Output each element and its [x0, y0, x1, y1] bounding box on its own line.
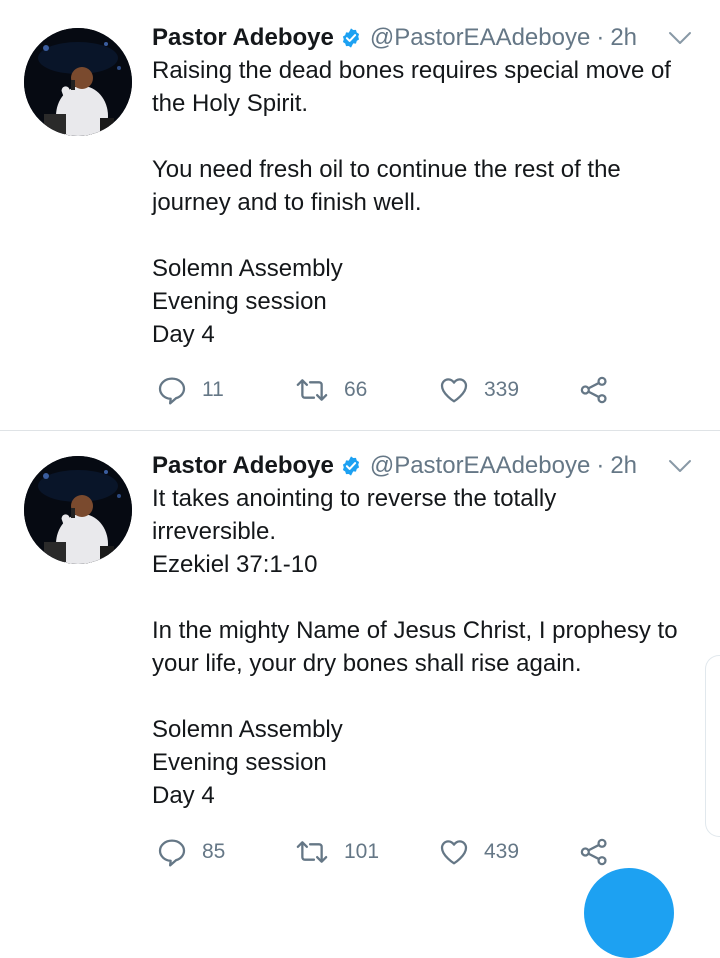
tweet-header: Pastor Adeboye @PastorEAAdeboye · 2h — [152, 448, 637, 484]
retweet-icon — [296, 379, 328, 401]
retweet-button[interactable]: 101 — [294, 834, 379, 870]
retweet-count: 66 — [344, 378, 368, 401]
tweet[interactable]: Pastor Adeboye @PastorEAAdeboye · 2h It … — [0, 432, 720, 891]
avatar-photo — [24, 28, 132, 136]
separator-dot: · — [596, 24, 605, 51]
share-icon — [580, 376, 607, 404]
compose-tweet-button[interactable] — [584, 868, 674, 958]
tweet-line: the Holy Spirit. — [152, 90, 309, 117]
tweet-text: Raising the dead bones requires special … — [152, 54, 712, 351]
heart-icon — [440, 378, 468, 403]
reply-count: 11 — [202, 378, 224, 401]
avatar-photo — [24, 456, 132, 564]
chevron-down-icon[interactable] — [668, 458, 692, 474]
avatar[interactable] — [24, 28, 132, 136]
tweet-line: It takes anointing to reverse the totall… — [152, 485, 557, 512]
like-button[interactable]: 339 — [438, 372, 519, 408]
verified-badge-icon — [342, 28, 359, 48]
tweet-line: irreversible. — [152, 518, 277, 545]
retweet-icon — [296, 841, 328, 863]
tweet-line: Raising the dead bones requires special … — [152, 57, 671, 84]
like-button[interactable]: 439 — [438, 834, 519, 870]
tweet-line: Day 4 — [152, 782, 215, 809]
tweet-line: Evening session — [152, 288, 327, 315]
chevron-down-icon[interactable] — [668, 30, 692, 46]
heart-icon — [440, 840, 468, 865]
retweet-count: 101 — [344, 840, 380, 863]
tweet-line: You need fresh oil to continue the rest … — [152, 156, 621, 183]
reply-button[interactable]: 11 — [156, 372, 224, 408]
tweet-line: Ezekiel 37:1-10 — [152, 551, 318, 578]
tweet-line: Solemn Assembly — [152, 255, 343, 282]
author-name[interactable]: Pastor Adeboye — [152, 24, 334, 52]
tweet-header: Pastor Adeboye @PastorEAAdeboye · 2h — [152, 20, 637, 56]
like-count: 439 — [484, 840, 520, 863]
tweet-line: your life, your dry bones shall rise aga… — [152, 650, 582, 677]
tweet-actions: 85 101 439 — [156, 834, 626, 870]
tweet-line: In the mighty Name of Jesus Christ, I pr… — [152, 617, 678, 644]
verified-badge-icon — [342, 456, 359, 476]
timestamp[interactable]: 2h — [610, 24, 637, 52]
reply-icon — [158, 839, 186, 867]
tweet-line: Day 4 — [152, 321, 215, 348]
share-button[interactable] — [578, 372, 610, 408]
share-icon — [580, 838, 607, 866]
tweet-line: Evening session — [152, 749, 327, 776]
author-name[interactable]: Pastor Adeboye — [152, 452, 334, 480]
avatar[interactable] — [24, 456, 132, 564]
tweet-divider — [0, 430, 720, 431]
overlay-card-edge — [705, 655, 720, 837]
tweet-actions: 11 66 339 — [156, 372, 626, 408]
reply-icon — [158, 377, 186, 405]
reply-count: 85 — [202, 840, 226, 863]
like-count: 339 — [484, 378, 520, 401]
author-handle[interactable]: @PastorEAAdeboye — [370, 452, 591, 480]
timestamp[interactable]: 2h — [610, 452, 637, 480]
tweet[interactable]: Pastor Adeboye @PastorEAAdeboye · 2h Rai… — [0, 0, 720, 430]
separator-dot: · — [596, 452, 605, 479]
tweet-line: Solemn Assembly — [152, 716, 343, 743]
tweet-text: It takes anointing to reverse the totall… — [152, 482, 712, 812]
share-button[interactable] — [578, 834, 610, 870]
retweet-button[interactable]: 66 — [294, 372, 367, 408]
tweet-line: journey and to finish well. — [152, 189, 422, 216]
reply-button[interactable]: 85 — [156, 834, 225, 870]
author-handle[interactable]: @PastorEAAdeboye — [370, 24, 591, 52]
